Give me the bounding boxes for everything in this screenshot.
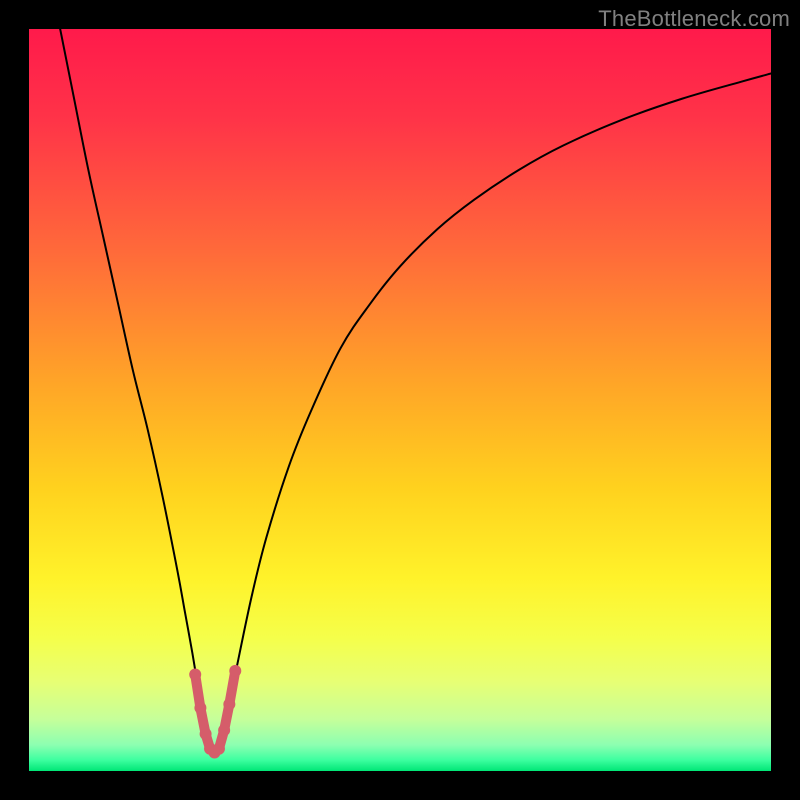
plot-svg — [29, 29, 771, 771]
watermark-text: TheBottleneck.com — [598, 6, 790, 32]
plot-area — [29, 29, 771, 771]
chart-stage: TheBottleneck.com — [0, 0, 800, 800]
